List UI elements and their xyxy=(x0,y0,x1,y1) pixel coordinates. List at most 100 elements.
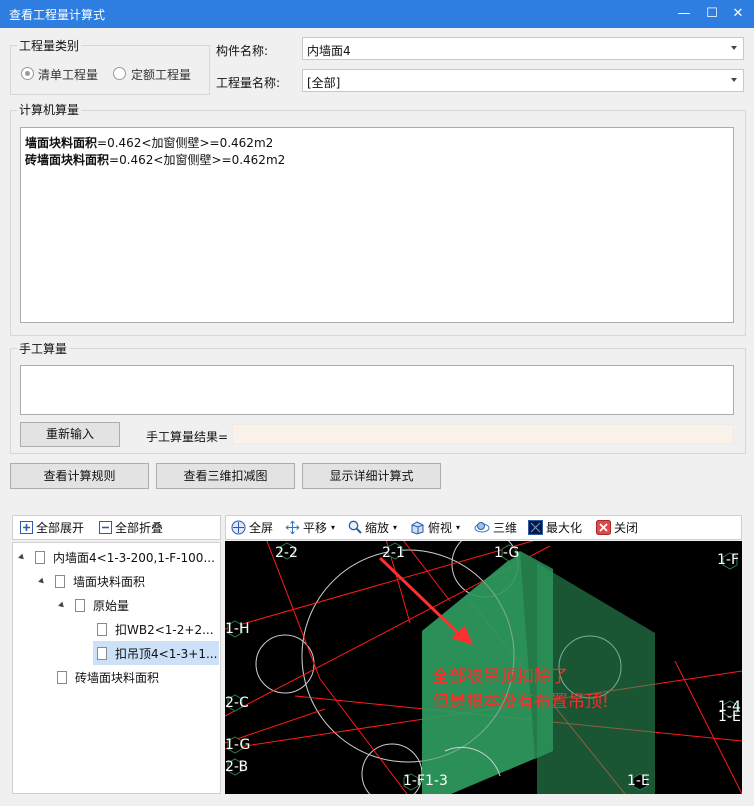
manual-calc-group-label: 手工算量 xyxy=(17,340,70,357)
quantity-select[interactable]: [全部] xyxy=(302,69,744,92)
radio-quota-quantity[interactable] xyxy=(113,67,126,80)
pan-button[interactable]: 平移 ▾ xyxy=(285,518,335,536)
maximize-view-button[interactable]: 最大化 xyxy=(528,518,582,536)
top-view-label: 俯视 xyxy=(428,520,453,535)
axis-label: 2-1 xyxy=(382,545,405,561)
view-3d-deduction-button[interactable]: 查看三维扣减图 xyxy=(156,463,295,489)
collapse-all-button[interactable]: 全部折叠 xyxy=(99,518,163,536)
axis-label: 1-F xyxy=(717,552,740,568)
tree-node-selected[interactable]: 扣吊顶4<1-3+1... xyxy=(93,641,219,665)
expand-all-button[interactable]: 全部展开 xyxy=(20,518,84,536)
three-d-viewport[interactable]: 2-2 2-1 1-G 1-F 1-H 2-C 1-G 2-B 1-F1-3 1… xyxy=(225,541,742,794)
fullscreen-label: 全屏 xyxy=(249,520,274,535)
plus-box-icon xyxy=(20,520,33,534)
axis-label: 2-C xyxy=(225,695,249,711)
top-view-cube-icon xyxy=(411,520,424,535)
axis-label: 1-E xyxy=(718,709,741,725)
component-name-label: 构件名称: xyxy=(216,44,269,58)
fullscreen-icon xyxy=(231,520,246,534)
document-icon xyxy=(55,574,65,588)
maximize-view-label: 最大化 xyxy=(546,520,583,535)
computer-calc-group-label: 计算机算量 xyxy=(17,101,82,118)
window-title: 查看工程量计算式 xyxy=(9,8,106,22)
computer-calc-textarea[interactable]: 墙面块料面积=0.462<加窗侧壁>=0.462m2 砖墙面块料面积=0.462… xyxy=(20,127,734,323)
magnifier-icon xyxy=(348,520,362,534)
three-d-orbit-icon xyxy=(474,521,490,532)
tree-node[interactable]: 扣WB2<1-2+2... xyxy=(97,619,214,639)
document-icon xyxy=(97,646,107,660)
radio-list-quantity-label: 清单工程量 xyxy=(38,68,99,82)
tree-node-label: 扣WB2<1-2+2... xyxy=(115,622,214,637)
tree-node-label: 扣吊顶4<1-3+1... xyxy=(115,646,218,661)
show-detail-formula-button[interactable]: 显示详细计算式 xyxy=(302,463,441,489)
axis-label: 2-2 xyxy=(275,545,298,561)
chevron-down-icon xyxy=(731,78,737,82)
dropdown-arrow-icon: ▾ xyxy=(393,522,398,532)
annotation-arrow-shaft xyxy=(378,556,463,638)
axis-label: 2-B xyxy=(225,759,249,775)
axis-label: 1-G xyxy=(494,545,520,561)
expand-arrow-icon xyxy=(38,577,46,585)
annotation-line: 但是根本没有布置吊顶! xyxy=(432,692,609,712)
calc-line-name: 砖墙面块料面积 xyxy=(25,153,110,167)
maximize-button[interactable]: ☐ xyxy=(702,4,722,24)
pan-label: 平移 xyxy=(303,520,328,535)
maximize-icon xyxy=(528,519,543,535)
fullscreen-button[interactable]: 全屏 xyxy=(231,518,273,536)
document-icon xyxy=(35,550,45,564)
manual-result-field[interactable] xyxy=(232,424,734,444)
zoom-button[interactable]: 缩放 ▾ xyxy=(348,518,397,536)
zoom-label: 缩放 xyxy=(365,520,390,535)
category-group-label: 工程量类别 xyxy=(17,37,82,54)
tree-node-label: 内墙面4<1-3-200,1-F-100... xyxy=(53,550,215,565)
document-icon xyxy=(57,670,67,684)
expand-arrow-icon xyxy=(18,553,26,561)
calc-line: 墙面块料面积=0.462<加窗侧壁>=0.462m2 xyxy=(25,134,273,151)
close-window-button[interactable]: ✕ xyxy=(728,4,748,24)
annotation-text: 全部被吊顶扣除了 但是根本没有布置吊顶! xyxy=(432,665,609,715)
close-icon xyxy=(596,519,611,535)
tree-node[interactable]: 砖墙面块料面积 xyxy=(57,667,159,687)
three-d-label: 三维 xyxy=(493,520,518,535)
top-view-button[interactable]: 俯视 ▾ xyxy=(410,518,460,536)
axis-label: 1-G xyxy=(225,737,251,753)
collapse-all-label: 全部折叠 xyxy=(115,520,164,535)
tree-panel: 内墙面4<1-3-200,1-F-100... 墙面块料面积 原始量 扣WB2<… xyxy=(12,542,221,794)
calc-line-formula: =0.462<加窗侧壁>=0.462m2 xyxy=(97,136,274,150)
reenter-button[interactable]: 重新输入 xyxy=(20,422,120,447)
tree-node[interactable]: 原始量 xyxy=(58,595,130,615)
radio-list-quantity[interactable] xyxy=(21,67,34,80)
radio-quota-quantity-label: 定额工程量 xyxy=(131,68,192,82)
tree-node-label: 墙面块料面积 xyxy=(73,574,146,589)
view-rules-button[interactable]: 查看计算规则 xyxy=(10,463,149,489)
manual-calc-textarea[interactable] xyxy=(20,365,734,415)
tree-node-label: 原始量 xyxy=(93,598,130,613)
document-icon xyxy=(75,598,85,612)
three-d-button[interactable]: 三维 xyxy=(474,518,517,536)
tree-node[interactable]: 内墙面4<1-3-200,1-F-100... xyxy=(18,547,215,567)
close-view-button[interactable]: 关闭 xyxy=(596,518,638,536)
minimize-button[interactable]: — xyxy=(674,4,694,24)
component-select-value: 内墙面4 xyxy=(307,44,351,58)
manual-result-label: 手工算量结果= xyxy=(146,430,229,444)
annotation-line: 全部被吊顶扣除了 xyxy=(432,667,568,687)
calc-line-name: 墙面块料面积 xyxy=(25,136,98,150)
component-select[interactable]: 内墙面4 xyxy=(302,37,744,60)
axis-label: 1-H xyxy=(225,621,250,637)
dropdown-arrow-icon: ▾ xyxy=(456,522,461,532)
axis-label: 1-E xyxy=(627,773,650,789)
expand-arrow-icon xyxy=(58,601,66,609)
dropdown-arrow-icon: ▾ xyxy=(331,522,336,532)
chevron-down-icon xyxy=(731,46,737,50)
pan-arrows-icon xyxy=(285,520,300,534)
quantity-name-label: 工程量名称: xyxy=(216,76,281,90)
quantity-select-value: [全部] xyxy=(307,76,341,90)
minus-box-icon xyxy=(99,520,112,534)
close-view-label: 关闭 xyxy=(614,520,639,535)
expand-all-label: 全部展开 xyxy=(36,520,85,535)
tree-node-label: 砖墙面块料面积 xyxy=(75,670,160,685)
title-bar: 查看工程量计算式 — ☐ ✕ xyxy=(0,0,754,28)
calc-line: 砖墙面块料面积=0.462<加窗侧壁>=0.462m2 xyxy=(25,151,285,168)
calc-line-formula: =0.462<加窗侧壁>=0.462m2 xyxy=(109,153,286,167)
tree-node[interactable]: 墙面块料面积 xyxy=(38,571,146,591)
